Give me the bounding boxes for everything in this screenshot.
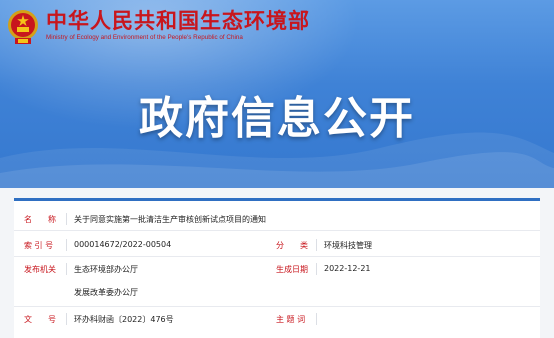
- docno-value: 环办科财函〔2022〕476号: [74, 315, 174, 324]
- issuer-value: 生态环境部办公厅: [74, 265, 138, 274]
- separator: [316, 263, 317, 275]
- index-label: 索 引 号: [24, 241, 54, 250]
- name-label: 名 称: [24, 215, 56, 224]
- separator: [316, 239, 317, 251]
- ministry-logo-text[interactable]: 中华人民共和国生态环境部 Ministry of Ecology and Env…: [46, 9, 310, 43]
- header-banner: 中华人民共和国生态环境部 Ministry of Ecology and Env…: [0, 0, 554, 188]
- separator: [66, 263, 67, 275]
- category-value: 环境科技管理: [324, 241, 372, 250]
- ministry-name-en: Ministry of Ecology and Environment of t…: [46, 34, 243, 41]
- separator: [66, 213, 67, 225]
- subject-label: 主 题 词: [276, 315, 306, 324]
- separator: [66, 313, 67, 325]
- docno-label: 文 号: [24, 315, 56, 324]
- date-value: 2022-12-21: [324, 264, 371, 273]
- meta-row-index: 索 引 号 000014672/2022-00504 分 类 环境科技管理: [14, 237, 540, 257]
- name-value: 关于同意实施第一批清洁生产审核创新试点项目的通知: [74, 215, 266, 224]
- separator: [316, 313, 317, 325]
- category-label: 分 类: [276, 241, 308, 250]
- national-emblem-icon: [8, 10, 38, 44]
- meta-row-issuer: 发布机关 生态环境部办公厅 发展改革委办公厅 生成日期 2022-12-21: [14, 261, 540, 307]
- index-value: 000014672/2022-00504: [74, 240, 172, 249]
- separator: [66, 239, 67, 251]
- document-metadata-card: 名 称 关于同意实施第一批清洁生产审核创新试点项目的通知 索 引 号 00001…: [14, 198, 540, 338]
- meta-row-docno: 文 号 环办科财函〔2022〕476号 主 题 词: [14, 311, 540, 331]
- issuer-value: 发展改革委办公厅: [74, 288, 138, 297]
- page-title: 政府信息公开: [139, 93, 415, 144]
- meta-row-name: 名 称 关于同意实施第一批清洁生产审核创新试点项目的通知: [14, 211, 540, 231]
- issuer-label: 发布机关: [24, 265, 56, 274]
- ministry-name-cn: 中华人民共和国生态环境部: [46, 9, 310, 33]
- date-label: 生成日期: [276, 265, 308, 274]
